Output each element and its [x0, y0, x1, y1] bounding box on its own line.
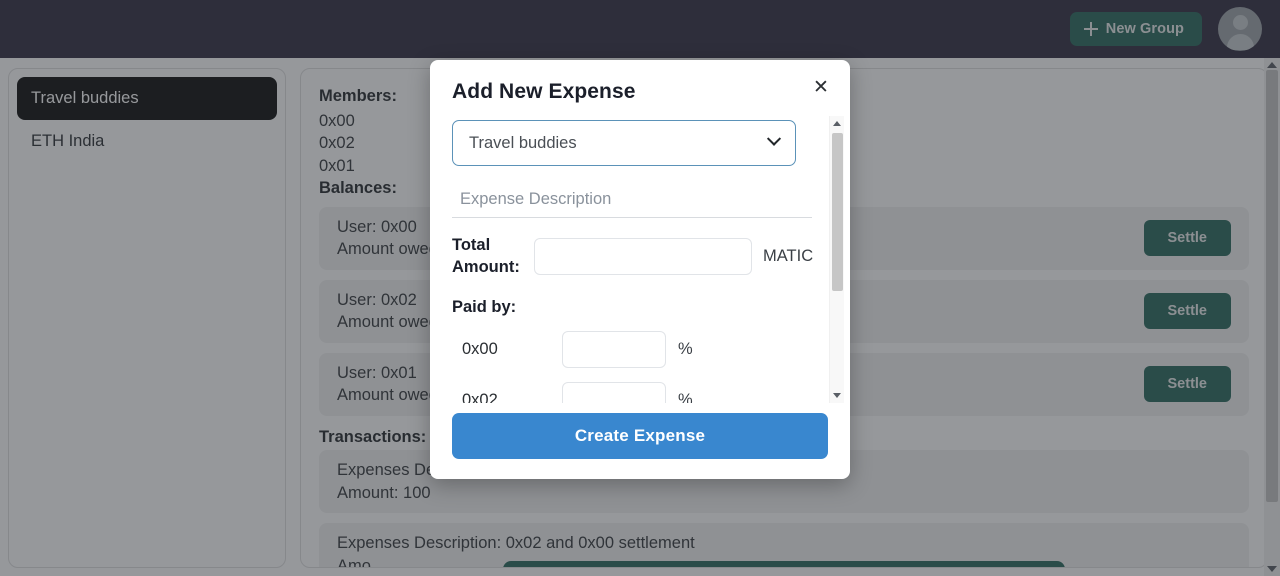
percent-sign-label: % — [678, 340, 693, 358]
add-expense-modal: Add New Expense ✕ Travel buddies Total A… — [430, 60, 850, 479]
close-icon[interactable]: ✕ — [806, 72, 836, 102]
paid-by-member-name: 0x02 — [462, 391, 498, 403]
percent-sign-label: % — [678, 391, 693, 403]
currency-unit-label: MATIC — [763, 246, 814, 265]
app-root: Travel buddies ETH India Members: 0x00 0… — [0, 0, 1280, 576]
paid-by-percent-input[interactable] — [562, 382, 666, 403]
modal-header: Add New Expense ✕ — [430, 60, 850, 110]
paid-by-member-name: 0x00 — [462, 340, 498, 358]
paid-by-row: 0x02 % — [452, 382, 828, 403]
paid-by-label: Paid by: — [452, 298, 517, 316]
modal-footer: Create Expense — [430, 403, 850, 479]
modal-body: Travel buddies Total Amount: MATIC Paid … — [430, 116, 850, 403]
paid-by-row: 0x00 % — [452, 331, 828, 368]
create-expense-button[interactable]: Create Expense — [452, 413, 828, 459]
modal-title: Add New Expense — [452, 80, 636, 103]
modal-scrollbar-thumb[interactable] — [832, 133, 843, 291]
modal-scroll-viewport: Travel buddies Total Amount: MATIC Paid … — [452, 116, 828, 403]
total-amount-row: Total Amount: MATIC — [452, 234, 828, 278]
expense-description-input[interactable] — [452, 186, 812, 218]
total-amount-label: Total Amount: — [452, 236, 520, 276]
modal-scroll-up-arrow-icon[interactable] — [833, 121, 841, 126]
total-amount-input[interactable] — [534, 237, 752, 275]
modal-scroll-down-arrow-icon[interactable] — [833, 393, 841, 398]
paid-by-percent-input[interactable] — [562, 331, 666, 368]
chevron-down-icon — [766, 131, 782, 146]
group-select[interactable]: Travel buddies — [452, 120, 796, 166]
group-select-value: Travel buddies — [469, 133, 577, 152]
modal-scrollbar[interactable] — [829, 116, 844, 403]
